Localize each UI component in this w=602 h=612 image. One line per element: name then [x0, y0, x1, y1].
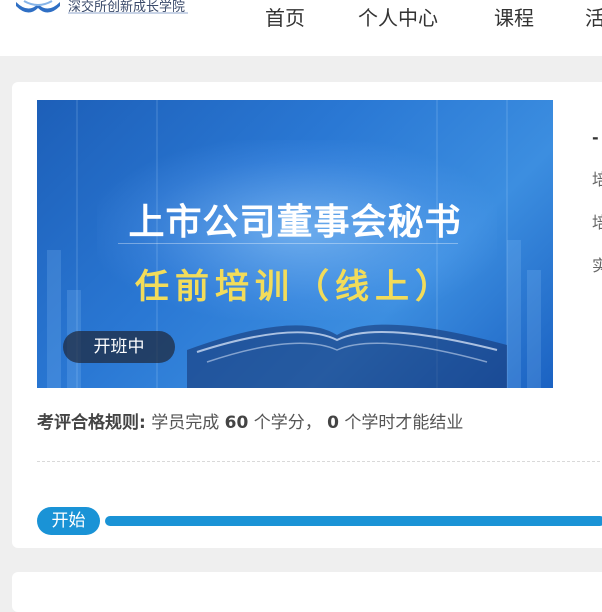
- pass-rule-pre: 学员完成: [145, 413, 225, 433]
- status-badge: 开班中: [63, 331, 175, 363]
- next-course-card[interactable]: [12, 572, 602, 612]
- nav-personal-center[interactable]: 个人中心: [358, 2, 438, 31]
- logo-icon[interactable]: [14, 0, 62, 16]
- banner-title-line2: 任前培训（线上）: [135, 267, 455, 307]
- start-button[interactable]: 开始: [37, 507, 100, 535]
- logo-underline: [68, 12, 188, 14]
- pass-rule-mid: 个学分，: [248, 413, 328, 433]
- course-info-fragment-3: 实: [592, 256, 602, 275]
- pass-rule-post: 个学时才能结业: [338, 413, 464, 433]
- course-info-fragment-2: 培: [592, 213, 602, 232]
- banner-divider: [118, 243, 458, 244]
- nav-home[interactable]: 首页: [265, 2, 305, 31]
- top-header: 深交所创新成长学院 首页 个人中心 课程 活: [0, 0, 602, 56]
- progress-bar: [105, 516, 602, 526]
- divider: [37, 461, 600, 462]
- nav-activities[interactable]: 活: [585, 2, 602, 31]
- required-credits: 60: [224, 413, 249, 433]
- pass-rule-label: 考评合格规则:: [37, 413, 146, 433]
- nav-courses[interactable]: 课程: [494, 2, 534, 31]
- pass-rule-text: 考评合格规则: 学员完成 60 个学分， 0 个学时才能结业: [37, 408, 463, 433]
- course-name-fragment: -: [592, 128, 599, 147]
- required-hours: 0: [327, 413, 339, 433]
- course-info-fragment-1: 培: [592, 170, 602, 189]
- banner-title-line1: 上市公司董事会秘书: [128, 201, 462, 243]
